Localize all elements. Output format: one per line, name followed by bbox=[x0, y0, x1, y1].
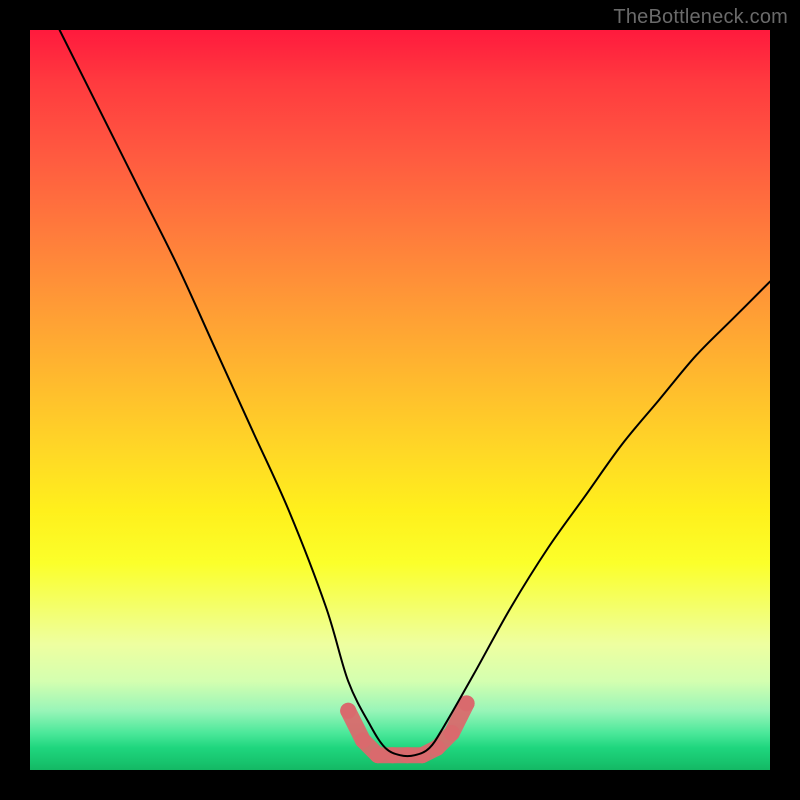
watermark-text: TheBottleneck.com bbox=[613, 6, 788, 29]
valley-marker bbox=[355, 732, 371, 748]
chart-frame: TheBottleneck.com bbox=[0, 0, 800, 800]
plot-area bbox=[30, 30, 770, 770]
valley-marker bbox=[340, 703, 356, 719]
valley-marker bbox=[429, 740, 445, 756]
valley-marker bbox=[444, 725, 460, 741]
valley-marker bbox=[370, 747, 386, 763]
curve-svg bbox=[30, 30, 770, 770]
bottleneck-curve-path bbox=[60, 30, 770, 756]
